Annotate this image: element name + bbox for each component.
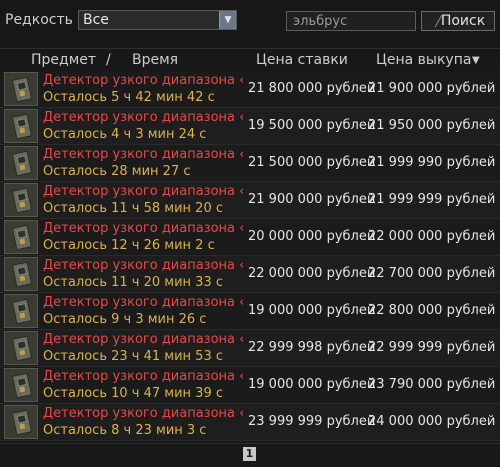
buyout-price: 21 999 990 рублей [368, 155, 496, 170]
bid-price: 20 000 000 рублей [248, 229, 376, 244]
column-buyout-price[interactable]: Цена выкупа [376, 52, 471, 68]
time-left: Осталось 11 ч 20 мин 33 с [43, 275, 223, 290]
bid-price: 21 900 000 рублей [248, 192, 376, 207]
item-name: Детектор узкого диапазона «Эльбрус» [43, 221, 243, 236]
detector-icon [4, 146, 38, 180]
buyout-price: 23 790 000 рублей [368, 377, 496, 392]
buyout-price: 24 000 000 рублей [368, 414, 496, 429]
item-name: Детектор узкого диапазона «Эльбрус» [43, 73, 243, 88]
table-row[interactable]: Детектор узкого диапазона «Эльбрус» Остал… [0, 219, 500, 256]
column-bid-price[interactable]: Цена ставки [256, 52, 348, 68]
rarity-select[interactable]: Все ▼ [78, 10, 237, 30]
lot-list: Детектор узкого диапазона «Эльбрус» Остал… [0, 71, 500, 441]
item-name: Детектор узкого диапазона «Эльбрус» [43, 295, 243, 310]
sort-down-icon: ▼ [472, 55, 480, 66]
table-row[interactable]: Детектор узкого диапазона «Эльбрус» Остал… [0, 182, 500, 219]
buyout-price: 22 999 999 рублей [368, 340, 496, 355]
buyout-price: 22 800 000 рублей [368, 303, 496, 318]
filter-bar: Редкость Все ▼ Поиск [0, 0, 500, 42]
bid-price: 19 500 000 рублей [248, 118, 376, 133]
bid-price: 23 999 999 рублей [248, 414, 376, 429]
item-name: Детектор узкого диапазона «Эльбрус» [43, 369, 243, 384]
buyout-price: 22 700 000 рублей [368, 266, 496, 281]
time-left: Осталось 10 ч 47 мин 39 с [43, 386, 223, 401]
detector-icon [4, 368, 38, 402]
buyout-price: 21 900 000 рублей [368, 81, 496, 96]
buyout-price: 22 000 000 рублей [368, 229, 496, 244]
item-name: Детектор узкого диапазона «Эльбрус» [43, 258, 243, 273]
page-button-1[interactable]: 1 [243, 447, 256, 461]
bid-price: 19 000 000 рублей [248, 303, 376, 318]
table-row[interactable]: Детектор узкого диапазона «Эльбрус» Остал… [0, 293, 500, 330]
time-left: Осталось 11 ч 58 мин 20 с [43, 201, 223, 216]
bid-price: 21 800 000 рублей [248, 81, 376, 96]
search-button[interactable]: Поиск [421, 11, 495, 31]
column-time[interactable]: Время [132, 52, 178, 68]
table-row[interactable]: Детектор узкого диапазона «Эльбрус» Остал… [0, 145, 500, 182]
time-left: Осталось 8 ч 23 мин 3 с [43, 423, 207, 438]
chevron-down-icon[interactable]: ▼ [219, 11, 236, 29]
bid-price: 19 000 000 рублей [248, 377, 376, 392]
table-row[interactable]: Детектор узкого диапазона «Эльбрус» Остал… [0, 330, 500, 367]
table-row[interactable]: Детектор узкого диапазона «Эльбрус» Остал… [0, 367, 500, 404]
time-left: Осталось 28 мин 27 с [43, 164, 191, 179]
column-item[interactable]: Предмет [31, 52, 96, 68]
item-name: Детектор узкого диапазона «Эльбрус» [43, 184, 243, 199]
detector-icon [4, 72, 38, 106]
item-name: Детектор узкого диапазона «Эльбрус» [43, 332, 243, 347]
divider-slash-icon [422, 15, 443, 27]
table-row[interactable]: Детектор узкого диапазона «Эльбрус» Остал… [0, 71, 500, 108]
detector-icon [4, 294, 38, 328]
time-left: Осталось 5 ч 42 мин 42 с [43, 90, 215, 105]
detector-icon [4, 109, 38, 143]
search-input[interactable] [286, 11, 416, 31]
rarity-select-value: Все [83, 12, 109, 28]
table-header: Предмет / Время Цена ставки Цена выкупа … [0, 48, 500, 71]
time-left: Осталось 23 ч 41 мин 53 с [43, 349, 223, 364]
detector-icon [4, 257, 38, 291]
time-left: Осталось 12 ч 26 мин 2 с [43, 238, 215, 253]
detector-icon [4, 405, 38, 439]
bid-price: 22 999 998 рублей [248, 340, 376, 355]
detector-icon [4, 183, 38, 217]
item-name: Детектор узкого диапазона «Эльбрус» [43, 110, 243, 125]
detector-icon [4, 220, 38, 254]
bid-price: 21 500 000 рублей [248, 155, 376, 170]
search-button-label: Поиск [440, 13, 486, 29]
table-row[interactable]: Детектор узкого диапазона «Эльбрус» Остал… [0, 108, 500, 145]
column-separator: / [106, 52, 111, 68]
item-name: Детектор узкого диапазона «Эльбрус» [43, 406, 243, 421]
rarity-label: Редкость [5, 12, 73, 28]
pagination: 1 [0, 443, 500, 467]
time-left: Осталось 9 ч 3 мин 26 с [43, 312, 207, 327]
item-name: Детектор узкого диапазона «Эльбрус» [43, 147, 243, 162]
table-row[interactable]: Детектор узкого диапазона «Эльбрус» Остал… [0, 404, 500, 441]
buyout-price: 21 950 000 рублей [368, 118, 496, 133]
detector-icon [4, 331, 38, 365]
time-left: Осталось 4 ч 3 мин 24 с [43, 127, 207, 142]
buyout-price: 21 999 999 рублей [368, 192, 496, 207]
table-row[interactable]: Детектор узкого диапазона «Эльбрус» Остал… [0, 256, 500, 293]
bid-price: 22 000 000 рублей [248, 266, 376, 281]
